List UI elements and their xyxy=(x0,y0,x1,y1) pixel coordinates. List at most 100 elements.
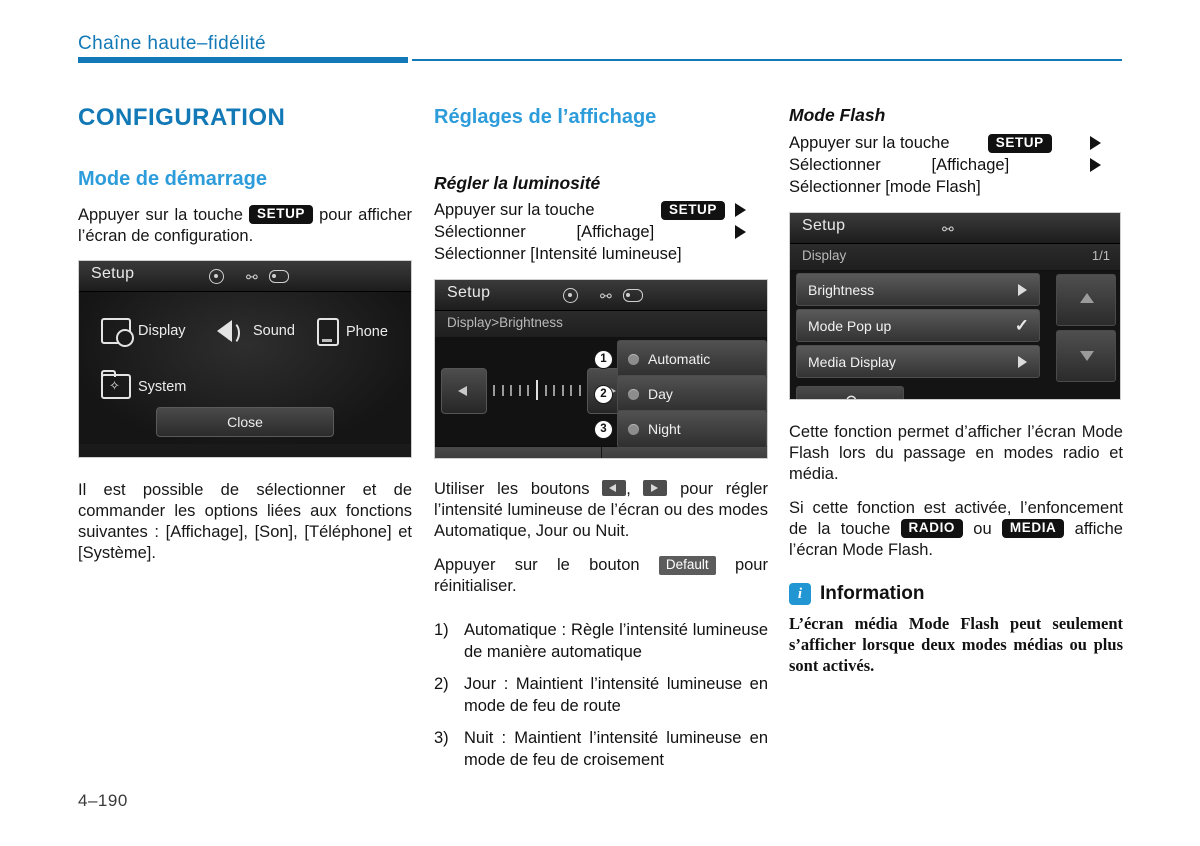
step-row-2: Sélectionner [Affichage] xyxy=(434,221,768,243)
radio-dot xyxy=(628,388,639,400)
chevron-right-icon xyxy=(735,203,746,217)
setup-tile-phone-label: Phone xyxy=(346,324,388,341)
close-button[interactable]: Close xyxy=(156,407,334,438)
option-day-label: Day xyxy=(648,386,673,402)
default-button[interactable]: Default xyxy=(601,447,767,458)
step-row-1: Appuyer sur la touche SETUP xyxy=(789,132,1123,154)
list-item-text: Jour : Maintient l’intensité lumineuse e… xyxy=(464,675,768,715)
setup-tile-system-label: System xyxy=(138,378,187,395)
setup-tile-sound[interactable]: Sound xyxy=(217,320,295,346)
option-night-label: Night xyxy=(648,421,681,437)
subheading-mode-flash: Mode Flash xyxy=(789,105,886,125)
column-two: Réglages de l’affichage Régler la lumino… xyxy=(434,105,768,782)
phone-icon xyxy=(317,318,339,347)
list-item-number: 3) xyxy=(434,729,449,747)
screen-titlebar: Setup ⚯ xyxy=(79,261,411,293)
key-badge-setup: SETUP xyxy=(249,205,314,225)
brightness-modes-list: 1) Automatique : Règle l’intensité lumin… xyxy=(434,620,768,771)
option-automatic[interactable]: 1 Automatic xyxy=(594,340,767,378)
key-badge-setup: SETUP xyxy=(660,200,725,220)
callout-number-2: 2 xyxy=(594,384,613,404)
step-1-text: Appuyer sur la touche xyxy=(434,201,595,219)
list-item-number: 1) xyxy=(434,621,449,639)
step-2-text: Sélectionner xyxy=(789,156,881,174)
screen-title: Setup xyxy=(91,265,135,283)
option-automatic-label: Automatic xyxy=(648,351,711,367)
back-button[interactable]: ↶ xyxy=(435,447,602,459)
list-row-brightness-label: Brightness xyxy=(808,281,875,298)
step-2-text: Sélectionner xyxy=(434,223,526,241)
step-2-bracket: [Affichage] xyxy=(576,223,655,241)
scroll-up-icon[interactable] xyxy=(1056,274,1116,326)
reset-text-a: Appuyer sur le bouton xyxy=(434,556,640,574)
list-row-mode-popup[interactable]: Mode Pop up ✓ xyxy=(796,309,1040,342)
left-arrow-button-icon xyxy=(602,480,627,496)
chevron-right-icon xyxy=(1018,283,1027,296)
list-row-mode-popup-label: Mode Pop up xyxy=(808,317,892,334)
callout-number-1: 1 xyxy=(594,349,613,369)
screenshot-display-list: Setup ⚯ Display 1/1 Brightness Mode Pop … xyxy=(789,212,1121,400)
step-2-bracket: [Affichage] xyxy=(931,156,1010,174)
key-badge-setup: SETUP xyxy=(987,133,1052,153)
list-item-text: Automatique : Règle l’intensité lumineus… xyxy=(464,621,768,661)
running-header-title: Chaîne haute–fidélité xyxy=(78,33,266,54)
option-day[interactable]: 2 Day xyxy=(594,375,767,413)
list-item: 3) Nuit : Maintient l’intensité lumineus… xyxy=(434,728,768,771)
return-icon: ↶ xyxy=(511,456,525,459)
scrollbar[interactable] xyxy=(1056,274,1116,382)
back-button[interactable]: ↶ xyxy=(796,386,904,399)
setup-tile-display[interactable]: Display xyxy=(101,318,186,348)
section-heading-mode-demarrage: Mode de démarrage xyxy=(78,168,267,191)
screen-breadcrumb: Display 1/1 xyxy=(790,244,1120,271)
option-night[interactable]: 3 Night xyxy=(594,410,767,448)
setup-tile-display-label: Display xyxy=(138,323,186,340)
screen-title: Setup xyxy=(802,217,846,234)
setup-tile-system[interactable]: ✧ System xyxy=(101,370,187,400)
list-row-brightness[interactable]: Brightness xyxy=(796,273,1040,306)
scroll-down-icon[interactable] xyxy=(1056,330,1116,382)
information-box: i Information L’écran média Mode Flash p… xyxy=(789,583,1123,676)
chapter-title: CONFIGURATION xyxy=(78,104,286,131)
info-icon: i xyxy=(789,583,811,605)
aux-icon xyxy=(269,270,289,284)
screenshot-setup-home: Setup ⚯ Display Sound Phone ✧ System Clo… xyxy=(78,260,412,459)
breadcrumb-text: Display>Brightness xyxy=(447,315,563,330)
chevron-right-icon xyxy=(1018,355,1027,368)
aux-icon xyxy=(623,289,643,302)
manual-page: Chaîne haute–fidélité CONFIGURATION Mode… xyxy=(0,0,1200,846)
step-3-text: Sélectionner [mode Flash] xyxy=(789,178,981,196)
slider-decrease-button[interactable] xyxy=(441,368,487,414)
callout-number-3: 3 xyxy=(594,419,613,439)
intro-text-before: Appuyer sur la touche xyxy=(78,206,243,225)
button-badge-default: Default xyxy=(658,556,716,575)
radio-dot xyxy=(628,353,639,365)
activation-or: ou xyxy=(973,520,992,538)
system-folder-icon: ✧ xyxy=(101,370,131,400)
breadcrumb-text: Display xyxy=(802,248,847,263)
page-indicator: 1/1 xyxy=(1091,248,1110,263)
information-body: L’écran média Mode Flash peut seulement … xyxy=(789,614,1123,675)
steps-list-brightness: Appuyer sur la touche SETUP Sélectionner… xyxy=(434,199,768,265)
screen-footer: ↶ xyxy=(790,386,1120,399)
subheading-regler-luminosite: Régler la luminosité xyxy=(434,173,601,193)
brightness-usage-paragraph: Utiliser les boutons , pour régler l’int… xyxy=(434,479,768,542)
section-heading-reglages-affichage: Réglages de l’affichage xyxy=(434,106,657,128)
usb-icon: ⚯ xyxy=(246,269,258,286)
setup-tile-phone[interactable]: Phone xyxy=(317,318,388,347)
slider-ticks xyxy=(493,379,581,401)
intro-paragraph: Appuyer sur la touche SETUP pour affiche… xyxy=(78,205,412,247)
column1-body-paragraph: Il est possible de sélectionner et de co… xyxy=(78,481,412,563)
screen-title: Setup xyxy=(447,284,491,301)
usage-separator: , xyxy=(626,480,631,498)
column-one: CONFIGURATION Mode de démarrage Appuyer … xyxy=(78,104,412,577)
step-row-1: Appuyer sur la touche SETUP xyxy=(434,199,768,221)
screenshot-brightness: Setup ⚯ Display>Brightness 1 Automatic 2… xyxy=(434,279,768,459)
list-row-media-display[interactable]: Media Display xyxy=(796,345,1040,378)
information-header: i Information xyxy=(789,583,1123,605)
page-number: 4–190 xyxy=(78,791,128,810)
usb-icon: ⚯ xyxy=(942,221,954,237)
screen-titlebar: Setup ⚯ xyxy=(790,213,1120,244)
list-row-media-display-label: Media Display xyxy=(808,353,896,370)
chevron-right-icon xyxy=(1090,136,1101,150)
display-options-list: Brightness Mode Pop up ✓ Media Display xyxy=(790,271,1120,386)
